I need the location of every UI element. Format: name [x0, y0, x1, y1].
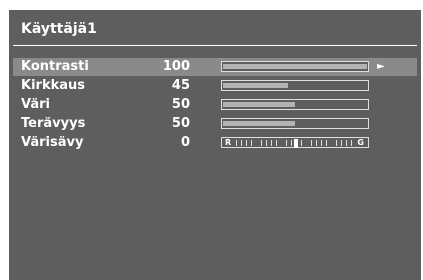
level-bar-fill — [223, 121, 295, 126]
osd-menu-panel: Käyttäjä1 Kontrasti 100 ► Kirkkaus 45 Vä… — [9, 10, 421, 280]
menu-item-value: 45 — [171, 78, 190, 93]
hue-tick — [266, 140, 267, 146]
title-divider — [13, 45, 417, 46]
hue-balance-bar[interactable]: R G — [221, 137, 369, 148]
level-bar[interactable] — [221, 118, 369, 129]
play-arrow-icon: ► — [377, 61, 385, 72]
hue-green-label: G — [357, 138, 364, 147]
hue-tick — [286, 140, 287, 146]
menu-item-value: 0 — [180, 135, 190, 150]
hue-tick — [241, 140, 242, 146]
hue-tick — [326, 140, 327, 146]
hue-tick — [336, 140, 337, 146]
level-bar[interactable] — [221, 80, 369, 91]
menu-item-value: 50 — [171, 116, 190, 131]
hue-tick — [276, 140, 277, 146]
level-bar-fill — [223, 83, 288, 88]
menu-item-hue[interactable]: Värisävy 0 R G — [13, 134, 417, 152]
hue-tick — [316, 140, 317, 146]
hue-tick — [301, 140, 302, 146]
menu-item-label: Kontrasti — [21, 59, 89, 74]
menu-item-brightness[interactable]: Kirkkaus 45 — [13, 77, 417, 95]
level-bar[interactable] — [221, 99, 369, 110]
menu-item-value: 50 — [171, 97, 190, 112]
hue-tick — [291, 140, 292, 146]
hue-tick — [246, 140, 247, 146]
menu-item-label: Väri — [21, 97, 50, 112]
menu-item-label: Terävyys — [21, 116, 86, 131]
hue-marker — [294, 139, 298, 148]
hue-tick-scale — [236, 139, 354, 148]
hue-tick — [236, 140, 237, 146]
hue-tick — [341, 140, 342, 146]
hue-red-label: R — [225, 138, 232, 147]
hue-tick — [271, 140, 272, 146]
level-bar[interactable] — [221, 61, 369, 72]
menu-item-color[interactable]: Väri 50 — [13, 96, 417, 114]
menu-item-label: Kirkkaus — [21, 78, 85, 93]
hue-tick — [351, 140, 352, 146]
hue-tick — [261, 140, 262, 146]
level-bar-fill — [223, 64, 367, 69]
hue-tick — [321, 140, 322, 146]
menu-item-value: 100 — [162, 59, 190, 74]
menu-item-contrast[interactable]: Kontrasti 100 ► — [13, 58, 417, 76]
level-bar-fill — [223, 102, 295, 107]
menu-item-sharpness[interactable]: Terävyys 50 — [13, 115, 417, 133]
menu-title: Käyttäjä1 — [21, 21, 97, 37]
hue-tick — [311, 140, 312, 146]
hue-tick — [346, 140, 347, 146]
menu-item-label: Värisävy — [21, 135, 84, 150]
hue-tick — [251, 140, 252, 146]
